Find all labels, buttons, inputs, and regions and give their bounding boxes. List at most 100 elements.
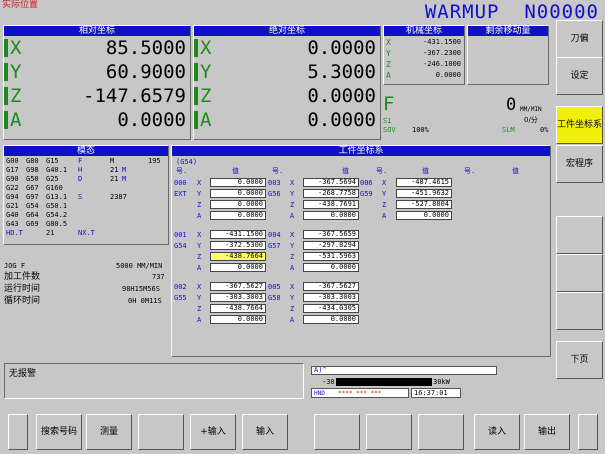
work-coord-panel: 工件坐标系 (G54) 号. 值 号. 值 号. 值 号. 值 000 EXT 003 G56 006 G… [171,145,551,357]
modal-code: G00 [6,157,19,165]
relative-value: 85.5000 [105,37,186,59]
cycle-time-label: 循环时间 [4,296,41,306]
work-axis-label: Y [197,242,202,250]
work-axis-label: Z [382,201,387,209]
side-button-6[interactable] [556,254,603,292]
absolute-row: X 0.0000 [194,37,380,59]
modal-code: G80 [26,157,39,165]
modal-code: 21 [110,175,119,183]
side-button-8[interactable]: 下页 [556,341,603,379]
machine-axis-label: Z [386,60,391,69]
side-button-4[interactable]: 宏程序 [556,145,603,183]
soft-key-4[interactable] [138,414,184,450]
work-column-header: 号. [176,167,188,175]
work-column-header: 值 [232,167,239,175]
work-offset-input[interactable]: -438.7691 [303,200,359,209]
work-offset-input[interactable]: -367.5694 [303,178,359,187]
soft-key-6[interactable]: 输入 [242,414,288,450]
modal-code: G15 [46,157,59,165]
modal-code: G67 [26,184,39,192]
soft-key-5[interactable]: +输入 [190,414,236,450]
work-offset-input[interactable]: 0.0000 [210,315,266,324]
modal-code: G98 [26,166,39,174]
soft-key-11[interactable]: 输出 [524,414,570,450]
soft-key-10[interactable]: 读入 [474,414,520,450]
screen-title: 实际位置 [2,0,39,10]
side-button-2[interactable]: 设定 [556,57,603,95]
work-offset-input[interactable]: 0.0000 [210,200,266,209]
soft-key-12[interactable] [578,414,598,450]
modal-code: G64 [26,211,39,219]
work-offset-input[interactable]: 0.0000 [303,211,359,220]
work-offset-input[interactable]: -434.0305 [303,304,359,313]
spindle-label: S1 [383,117,392,125]
work-offset-input[interactable]: 0.0000 [396,211,452,220]
work-column-header: 号. [376,167,388,175]
soft-key-8[interactable] [366,414,412,450]
work-offset-input[interactable]: -367.5627 [303,282,359,291]
work-offset-input[interactable]: -487.4615 [396,178,452,187]
work-offset-input[interactable]: -372.5300 [210,241,266,250]
relative-row: A 0.0000 [4,109,190,131]
work-group-number: 003 [268,179,281,187]
clock-box: 16:37:01 [411,388,461,398]
side-button-7[interactable] [556,292,603,330]
parts-count-value: 737 [152,273,165,281]
work-offset-input[interactable]: -451.9632 [396,189,452,198]
work-column-header: 号. [464,167,476,175]
work-offset-input[interactable]: 0.0000 [210,178,266,187]
input-line[interactable]: A)^ [311,366,497,375]
soft-key-2[interactable]: 搜索号码 [36,414,82,450]
absolute-coord-header: 绝对坐标 [194,26,380,36]
work-offset-input[interactable]: -431.1500 [210,230,266,239]
side-button-5[interactable] [556,216,603,254]
work-axis-label: Y [197,294,202,302]
work-offset-input[interactable]: -367.5659 [303,230,359,239]
work-offset-input[interactable]: -297.8294 [303,241,359,250]
feed-per-min: 0/分 [524,116,538,124]
relative-axis-label: Z [10,85,22,107]
modal-code: G80.5 [46,220,68,228]
side-button-3[interactable]: 工件坐标系 [556,106,603,144]
work-offset-input[interactable]: 0.0000 [210,263,266,272]
side-button-1[interactable]: 刀偏 [556,20,603,58]
modal-label: NX.T [78,229,95,237]
modal-code: G40 [6,211,19,219]
relative-row: Z -147.6579 [4,85,190,107]
work-offset-input[interactable]: -531.5963 [303,252,359,261]
work-offset-input[interactable]: 0.0000 [210,211,266,220]
absolute-axis-label: X [200,37,212,59]
soft-key-3[interactable]: 测量 [86,414,132,450]
work-offset-input[interactable]: -367.5627 [210,282,266,291]
work-offset-input[interactable]: -303.3003 [303,293,359,302]
soft-key-9[interactable] [418,414,464,450]
soft-key-1[interactable] [8,414,28,450]
work-offset-input[interactable]: 0.0000 [210,189,266,198]
work-offset-input[interactable]: 0.0000 [303,315,359,324]
absolute-row: Y 5.3000 [194,61,380,83]
work-offset-input[interactable]: -268.7758 [303,189,359,198]
soft-key-7[interactable] [314,414,360,450]
work-axis-label: X [382,179,387,187]
cycle-time-value: 0H 0M11S [128,297,162,305]
work-offset-input[interactable]: -438.7664 [210,304,266,313]
work-group-number: G55 [174,294,187,302]
work-offset-input[interactable]: -527.8804 [396,200,452,209]
modal-label: M [122,166,127,174]
work-axis-label: X [197,231,202,239]
work-group-number: 006 [360,179,373,187]
work-axis-label: Z [197,253,202,261]
work-axis-label: X [197,179,202,187]
relative-axis-label: X [10,37,22,59]
modal-code: M [110,157,115,165]
work-offset-input[interactable]: 0.0000 [303,263,359,272]
work-offset-input[interactable]: -303.3003 [210,293,266,302]
work-axis-label: A [290,264,295,272]
work-column-header: 值 [512,167,519,175]
work-offset-input[interactable]: -438.7664 [210,252,266,261]
modal-code: 21 [46,229,55,237]
absolute-coord-panel: 绝对坐标 X 0.0000 Y 5.3000 Z 0.0000 A 0.0000 [193,25,381,140]
work-coord-header: 工件坐标系 [172,146,550,156]
absolute-axis-label: A [200,109,212,131]
modal-label: S [78,193,83,201]
